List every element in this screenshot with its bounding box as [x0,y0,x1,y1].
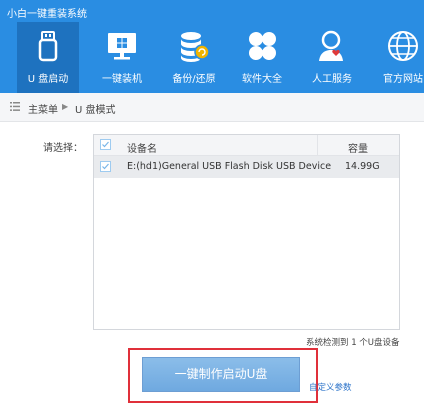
nav-label: U 盘启动 [27,74,69,85]
breadcrumb-arrow-icon: ▶ [62,102,69,111]
windows-monitor-icon [108,33,136,60]
breadcrumb: 主菜单 ▶ U 盘模式 [0,93,424,122]
breadcrumb-home[interactable]: 主菜单 [28,101,58,116]
table-row[interactable]: E:(hd1)General USB Flash Disk USB Device… [94,156,399,178]
device-table: 设备名 容量 E:(hd1)General USB Flash Disk USB… [93,134,400,330]
nav-backup-restore[interactable]: 备份/还原 [163,22,225,93]
checkmark-icon [102,163,109,170]
apps-grid-icon [249,32,276,60]
nav-label: 软件大全 [242,74,282,85]
custom-params-link[interactable]: 自定义参数 [309,381,352,393]
nav-label: 人工服务 [312,74,352,85]
usb-drive-icon [38,31,58,62]
select-label: 请选择： [43,143,83,154]
support-person-icon [319,30,343,61]
device-capacity: 14.99G [345,161,380,172]
globe-icon [388,31,418,61]
menu-list-icon [10,102,20,111]
nav-support[interactable]: 人工服务 [301,22,363,93]
column-header-capacity: 容量 [348,144,368,155]
nav-label: 备份/还原 [172,74,216,85]
nav-label: 官方网站 [383,74,423,85]
column-header-name: 设备名 [127,144,157,155]
select-all-checkbox[interactable] [100,139,111,150]
make-boot-usb-button[interactable]: 一键制作启动U盘 [142,357,300,392]
nav-software[interactable]: 软件大全 [231,22,293,93]
nav-one-click-install[interactable]: 一键装机 [91,22,153,93]
app-title: 小白一键重装系统 [7,9,87,20]
table-header: 设备名 容量 [94,135,399,156]
detection-status: 系统检测到 1 个U盘设备 [306,338,400,348]
breadcrumb-current: U 盘模式 [75,105,116,116]
top-navigation-bar: 小白一键重装系统 U 盘启动 一键装机 备份/还原 软件大全 人工服务 官方网站 [0,0,424,93]
nav-official-site[interactable]: 官方网站 [372,22,424,93]
nav-usb-boot[interactable]: U 盘启动 [17,22,79,93]
column-divider [317,135,318,155]
row-checkbox[interactable] [100,161,111,172]
device-name: E:(hd1)General USB Flash Disk USB Device [127,161,332,172]
database-backup-icon [181,32,210,62]
checkmark-icon [102,141,109,148]
nav-label: 一键装机 [102,74,142,85]
